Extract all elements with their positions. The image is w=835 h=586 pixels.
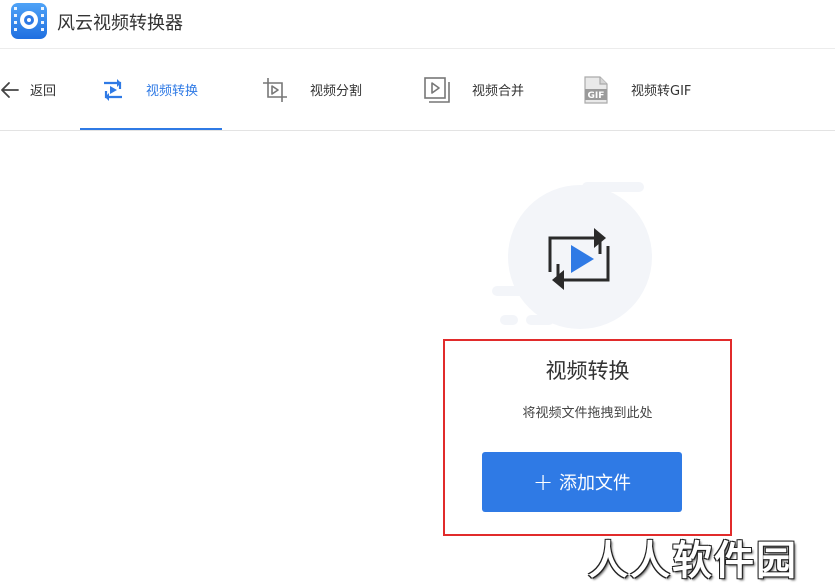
tab-video-to-gif[interactable]: GIF 视频转GIF xyxy=(581,49,691,130)
nav-bar: 返回 视频转换 视频分割 视频合并 GIF 视频转GIF xyxy=(0,49,835,130)
merge-icon xyxy=(424,76,450,103)
arrow-left-icon xyxy=(1,81,19,98)
tab-video-convert[interactable]: 视频转换 xyxy=(98,49,198,130)
drop-zone[interactable]: 视频转换 将视频文件拖拽到此处 + 添加文件 xyxy=(443,339,732,536)
tab-video-merge[interactable]: 视频合并 xyxy=(422,49,524,130)
add-file-label: 添加文件 xyxy=(559,473,632,494)
app-logo-icon xyxy=(11,3,47,39)
convert-icon xyxy=(104,78,122,101)
title-bar: 风云视频转换器 xyxy=(0,0,835,48)
divider xyxy=(0,130,835,131)
gif-icon: GIF xyxy=(584,75,608,104)
tab-label: 视频合并 xyxy=(472,84,525,99)
tab-label: 视频转GIF xyxy=(631,84,692,99)
svg-text:GIF: GIF xyxy=(588,91,605,101)
drop-zone-hint: 将视频文件拖拽到此处 xyxy=(522,406,653,421)
tab-label: 视频分割 xyxy=(310,84,363,99)
tab-label: 视频转换 xyxy=(146,84,199,99)
back-label: 返回 xyxy=(30,84,57,99)
plus-icon: + xyxy=(532,468,554,496)
back-button[interactable]: 返回 xyxy=(0,49,56,130)
convert-illustration-icon xyxy=(492,182,652,329)
add-file-button[interactable]: + 添加文件 xyxy=(482,452,682,512)
drop-zone-title: 视频转换 xyxy=(545,359,630,383)
tab-video-split[interactable]: 视频分割 xyxy=(260,49,362,130)
crop-icon xyxy=(263,77,287,102)
app-title: 风云视频转换器 xyxy=(57,13,183,34)
watermark: 人人软件园 xyxy=(588,538,798,584)
